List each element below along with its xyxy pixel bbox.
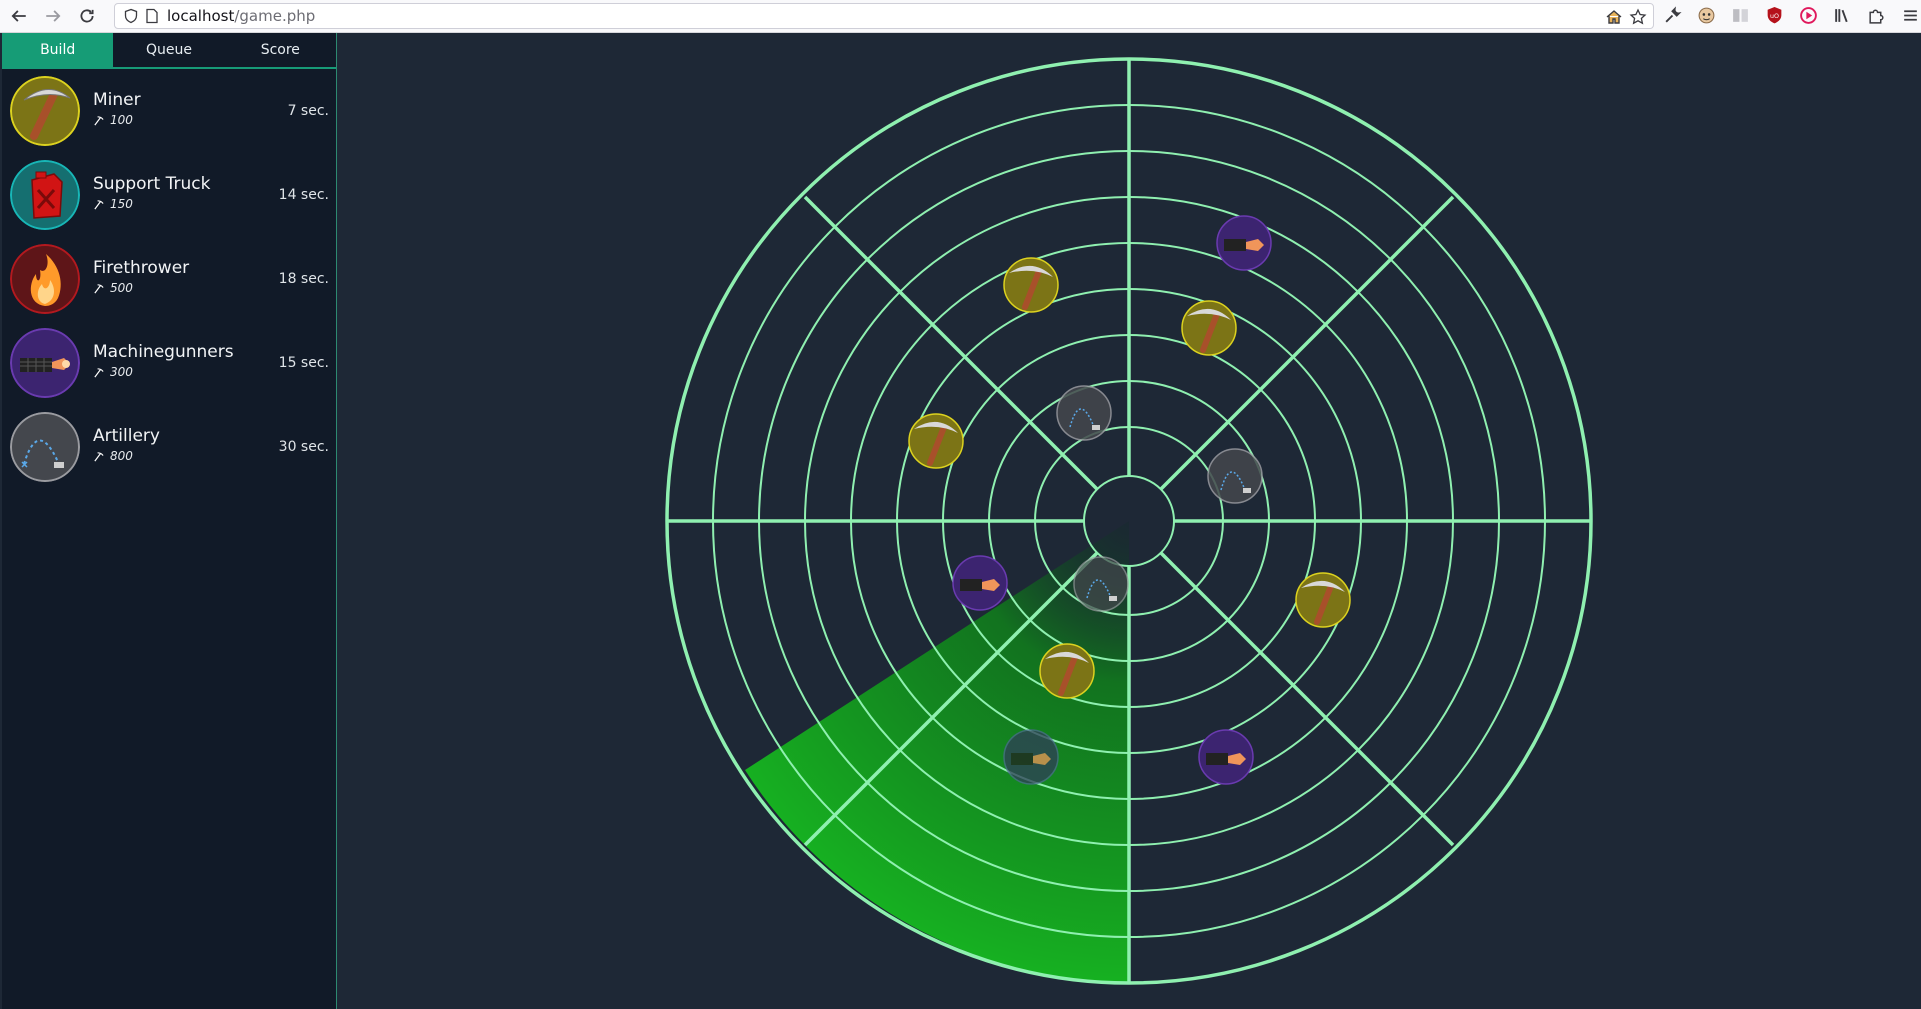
unit-name: Machinegunners bbox=[93, 342, 234, 362]
puzzle-icon bbox=[1868, 9, 1884, 24]
machinegunner-unit-marker[interactable] bbox=[952, 555, 1008, 611]
unit-name: Artillery bbox=[93, 426, 160, 446]
sidebar-tabs: Build Queue Score bbox=[2, 33, 336, 69]
ublock-button[interactable]: uO bbox=[1764, 5, 1784, 25]
unit-name: Miner bbox=[93, 90, 141, 110]
url-bar[interactable]: localhost/game.php bbox=[114, 3, 1654, 29]
wrench-icon bbox=[1664, 5, 1682, 23]
url-text: localhost/game.php bbox=[167, 7, 316, 25]
devtools-wrench-button[interactable] bbox=[1662, 5, 1682, 25]
unit-build-time: 30 sec. bbox=[278, 439, 329, 455]
extension-face-button[interactable] bbox=[1696, 5, 1716, 25]
back-button[interactable] bbox=[4, 1, 34, 31]
miner-unit-marker[interactable] bbox=[1003, 257, 1059, 313]
play-circle-icon bbox=[1799, 6, 1817, 24]
unit-item-support-truck[interactable]: Support Truck 150 14 sec. bbox=[2, 153, 336, 237]
reload-icon bbox=[80, 9, 94, 23]
unit-cost: 150 bbox=[93, 197, 210, 211]
unit-cost: 300 bbox=[93, 365, 234, 379]
video-extension-button[interactable] bbox=[1798, 5, 1818, 25]
svg-text:uO: uO bbox=[1770, 13, 1779, 20]
machinegunner-unit-marker[interactable] bbox=[1216, 215, 1272, 271]
build-sidebar: Build Queue Score Miner 100 7 sec. Suppo… bbox=[2, 33, 337, 1009]
reload-button[interactable] bbox=[72, 1, 102, 31]
unit-item-artillery[interactable]: Artillery 800 30 sec. bbox=[2, 405, 336, 489]
unit-cost: 500 bbox=[93, 281, 189, 295]
pickaxe-small-icon bbox=[94, 451, 104, 461]
bookmark-star-icon[interactable] bbox=[1629, 8, 1647, 26]
browser-toolbar: localhost/game.php uO bbox=[0, 0, 1921, 33]
machinegunner-unit-marker[interactable] bbox=[1198, 729, 1254, 785]
face-icon bbox=[1698, 7, 1714, 23]
unit-name: Support Truck bbox=[93, 174, 211, 194]
menu-button[interactable] bbox=[1900, 5, 1920, 25]
miner-unit-marker[interactable] bbox=[908, 413, 964, 469]
reader-icon bbox=[1732, 8, 1748, 22]
hamburger-menu-icon bbox=[1903, 9, 1917, 21]
library-icon bbox=[1834, 8, 1848, 22]
artillery-unit-marker[interactable] bbox=[1073, 556, 1129, 612]
unit-list: Miner 100 7 sec. Support Truck 150 14 se… bbox=[2, 69, 336, 489]
flame-icon bbox=[10, 244, 80, 314]
tab-queue[interactable]: Queue bbox=[113, 33, 225, 67]
pickaxe-small-icon bbox=[94, 367, 104, 377]
unit-build-time: 14 sec. bbox=[278, 187, 329, 203]
machinegun-icon bbox=[10, 328, 80, 398]
tab-build[interactable]: Build bbox=[2, 33, 114, 67]
fuel-can-icon bbox=[10, 160, 80, 230]
artillery-unit-marker[interactable] bbox=[1207, 448, 1263, 504]
shield-icon bbox=[124, 8, 138, 24]
forward-arrow-icon bbox=[46, 10, 61, 22]
unit-build-time: 7 sec. bbox=[287, 103, 329, 119]
reader-view-button[interactable] bbox=[1730, 5, 1750, 25]
miner-unit-marker[interactable] bbox=[1181, 300, 1237, 356]
page-icon bbox=[146, 8, 158, 24]
pickaxe-icon bbox=[10, 76, 80, 146]
radar-map[interactable] bbox=[337, 33, 1921, 1009]
unit-name: Firethrower bbox=[93, 258, 190, 278]
unit-item-machinegunners[interactable]: Machinegunners 300 15 sec. bbox=[2, 321, 336, 405]
miner-unit-marker[interactable] bbox=[1295, 572, 1351, 628]
artillery-unit-marker[interactable] bbox=[1056, 385, 1112, 441]
unit-cost: 100 bbox=[93, 113, 141, 127]
pickaxe-small-icon bbox=[94, 199, 104, 209]
forward-button[interactable] bbox=[38, 1, 68, 31]
unit-build-time: 15 sec. bbox=[278, 355, 329, 371]
pickaxe-small-icon bbox=[94, 115, 104, 125]
machinegunner-unit-marker[interactable] bbox=[1003, 729, 1059, 785]
radar-sweep bbox=[745, 521, 1129, 983]
miner-unit-marker[interactable] bbox=[1039, 643, 1095, 699]
extensions-button[interactable] bbox=[1866, 5, 1886, 25]
tab-score[interactable]: Score bbox=[224, 33, 336, 67]
unit-build-time: 18 sec. bbox=[278, 271, 329, 287]
unit-item-firethrower[interactable]: Firethrower 500 18 sec. bbox=[2, 237, 336, 321]
ublock-shield-icon: uO bbox=[1767, 6, 1781, 23]
library-button[interactable] bbox=[1832, 5, 1852, 25]
unit-cost: 800 bbox=[93, 449, 160, 463]
pickaxe-small-icon bbox=[94, 283, 104, 293]
unit-item-miner[interactable]: Miner 100 7 sec. bbox=[2, 69, 336, 153]
artillery-icon bbox=[10, 412, 80, 482]
home-icon[interactable] bbox=[1605, 8, 1623, 26]
back-arrow-icon bbox=[11, 10, 26, 22]
